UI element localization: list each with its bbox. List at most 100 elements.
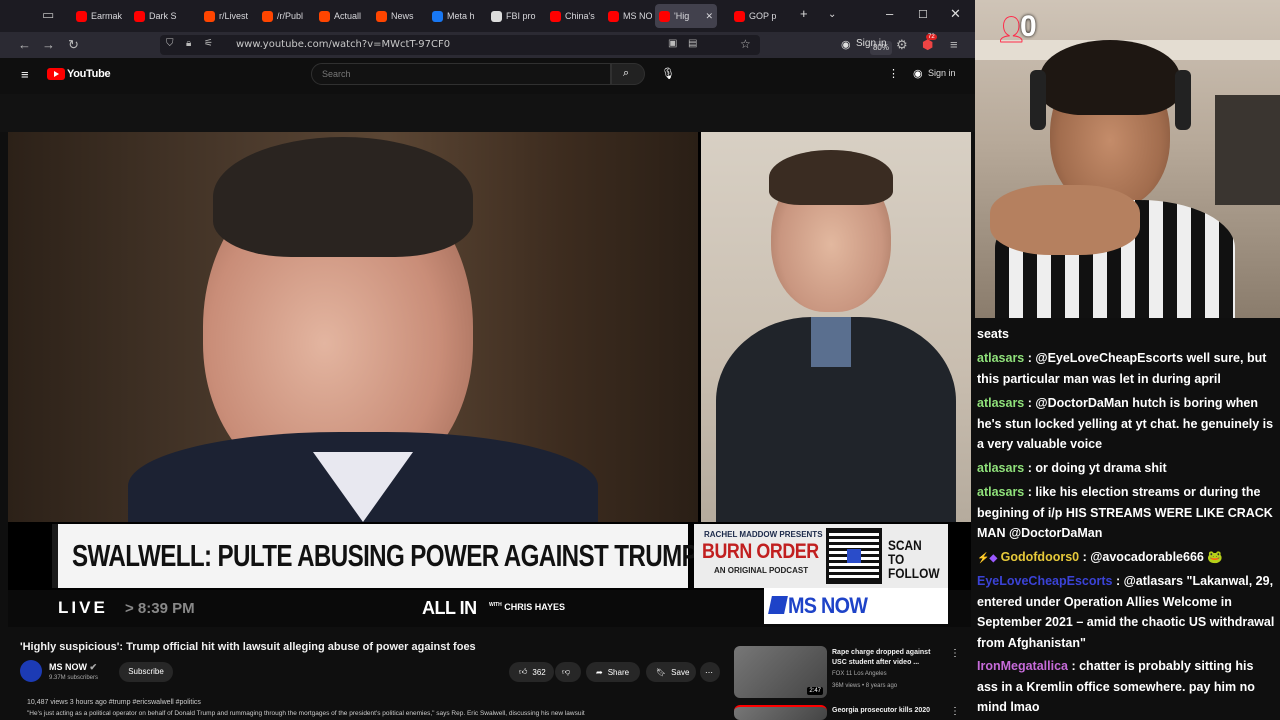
reader-view-icon[interactable]: ▤ <box>688 38 697 49</box>
subscribe-button[interactable]: Subscribe <box>119 662 173 682</box>
recommendation-title[interactable]: Rape charge dropped against USC student … <box>832 648 944 668</box>
chat-username[interactable]: atlasars <box>977 485 1024 499</box>
promo-title: BURN ORDER <box>702 540 819 563</box>
browser-tab[interactable]: GOP p <box>730 4 790 28</box>
browser-tab[interactable]: /r/Publ <box>258 4 312 28</box>
video-title: 'Highly suspicious': Trump official hit … <box>20 641 476 653</box>
youtube-header: ≡ YouTube Search ⌕ 🎙︎ ⋮ ◉ Sign in <box>0 58 975 94</box>
search-placeholder: Search <box>322 69 351 79</box>
forward-button[interactable]: → <box>42 37 55 52</box>
back-button[interactable]: ← <box>18 37 31 52</box>
browser-tab[interactable]: FBI pro <box>487 4 541 28</box>
tab-label: Actuall <box>334 11 362 21</box>
tab-overflow-chevron-icon[interactable]: ⌄ <box>828 9 836 20</box>
browser-tab[interactable]: 'Hig ✕ <box>655 4 717 28</box>
minimize-button[interactable]: – <box>886 6 893 21</box>
hamburger-menu-icon[interactable]: ≡ <box>21 67 29 82</box>
browser-tab[interactable]: r/Livest <box>200 4 254 28</box>
tab-favicon-icon <box>659 10 670 22</box>
search-input[interactable]: Search <box>311 63 611 85</box>
more-actions-button[interactable]: ⋯ <box>700 662 720 682</box>
recommendation-thumbnail[interactable] <box>734 705 827 720</box>
tab-favicon-icon <box>550 10 561 22</box>
youtube-sign-in[interactable]: Sign in <box>928 68 956 78</box>
tab-favicon-icon <box>134 10 145 22</box>
chat-username[interactable]: atlasars <box>977 396 1024 410</box>
news-chyron: SWALWELL: PULTE ABUSING POWER AGAINST TR… <box>52 524 796 588</box>
like-button[interactable]: 👍︎ 362 <box>509 662 554 682</box>
recommendation-stats: 36M views • 8 years ago <box>832 683 898 689</box>
streamer-hands <box>990 185 1140 255</box>
reload-button[interactable]: ↻ <box>68 37 79 53</box>
chat-username[interactable]: Godofdoors0 <box>1001 550 1079 564</box>
browser-tab[interactable]: MS NO <box>604 4 652 28</box>
tab-favicon-icon <box>204 10 215 22</box>
close-window-button[interactable]: ✕ <box>950 6 961 22</box>
chat-message: atlasars : like his election streams or … <box>977 482 1277 544</box>
promo-cta: SCAN TO FOLLOW <box>888 538 940 580</box>
browser-tab[interactable]: China's <box>546 4 600 28</box>
close-tab-icon[interactable]: ✕ <box>705 11 713 22</box>
shield-icon[interactable]: ⛉ <box>166 38 174 49</box>
video-description[interactable]: "He's just acting as a political operato… <box>27 710 585 717</box>
tab-list-icon[interactable]: ▭ <box>42 7 54 23</box>
permissions-icon[interactable]: ⚟ <box>204 38 213 49</box>
browser-sign-in[interactable]: Sign in <box>856 38 887 49</box>
guest-hair <box>769 150 893 205</box>
viewer-count: 0 <box>1020 10 1037 43</box>
bookmark-star-icon[interactable]: ☆ <box>740 37 751 51</box>
browser-tab[interactable]: News <box>372 4 424 28</box>
microphone-icon[interactable]: 🎙︎ <box>661 67 675 80</box>
person-hair <box>213 137 473 257</box>
recommendation-menu-icon[interactable]: ⋮ <box>950 706 960 717</box>
bookmark-icon: 🔖︎ <box>656 667 667 677</box>
extensions-icon[interactable]: ⚙ <box>896 37 908 53</box>
url-bar[interactable]: ⛉ 🔒︎ ⚟ www.youtube.com/watch?v=MWctT-97C… <box>160 35 892 55</box>
tab-favicon-icon <box>432 10 443 22</box>
maximize-button[interactable]: ☐ <box>918 8 928 21</box>
more-horizontal-icon: ⋯ <box>705 667 713 677</box>
chat-message: ⚡◆ Godofdoors0 : @avocadorable666 🐸 <box>977 547 1277 570</box>
recommendation-thumbnail[interactable]: 2:47 <box>734 646 827 698</box>
url-text[interactable]: www.youtube.com/watch?v=MWctT-97CF0 <box>236 39 450 50</box>
like-count: 362 <box>532 667 546 677</box>
recommendation-channel[interactable]: FOX 11 Los Angeles <box>832 671 887 677</box>
ad-banner-area <box>0 94 975 132</box>
chat-message: EyeLoveCheapEscorts : @atlasars "Lakanwa… <box>977 571 1277 653</box>
tab-favicon-icon <box>76 10 87 22</box>
more-options-icon[interactable]: ⋮ <box>888 67 899 80</box>
browser-tab[interactable]: Earmak <box>72 4 126 28</box>
video-meta: 10,487 views 3 hours ago #trump #ericswa… <box>27 699 201 706</box>
show-subtitle-host: CHRIS HAYES <box>504 602 565 612</box>
channel-name-text[interactable]: MS NOW <box>49 662 87 672</box>
save-button[interactable]: 🔖︎ Save <box>646 662 696 682</box>
subscriber-count: 9.37M subscribers <box>49 675 99 681</box>
recommendation-title[interactable]: Georgia prosecutor kills 2020 <box>832 706 944 716</box>
chat-username[interactable]: EyeLoveCheapEscorts <box>977 574 1112 588</box>
chat-message: seats <box>977 324 1277 345</box>
network-name: MS NOW <box>788 593 868 618</box>
browser-tab[interactable]: Meta h <box>428 4 482 28</box>
video-player[interactable]: SWALWELL: PULTE ABUSING POWER AGAINST TR… <box>8 132 971 627</box>
new-tab-button[interactable]: + <box>800 6 808 21</box>
picture-in-picture-icon[interactable]: ▣ <box>668 38 677 49</box>
tab-favicon-icon <box>734 10 745 22</box>
chat-message: atlasars : or doing yt drama shit <box>977 458 1277 479</box>
recommendation-menu-icon[interactable]: ⋮ <box>950 648 960 659</box>
youtube-logo-text[interactable]: YouTube <box>67 68 111 80</box>
channel-name[interactable]: MS NOW ✔ <box>49 662 97 673</box>
youtube-logo-icon[interactable] <box>47 68 65 80</box>
search-button[interactable]: ⌕ <box>611 63 645 85</box>
channel-avatar[interactable] <box>20 660 42 682</box>
share-button[interactable]: ➦ Share <box>586 662 640 682</box>
browser-tab[interactable]: Actuall <box>315 4 369 28</box>
browser-tab[interactable]: Dark S <box>130 4 194 28</box>
chat-username[interactable]: atlasars <box>977 351 1024 365</box>
show-title: ALL IN <box>422 598 477 618</box>
chat-username[interactable]: IronMegatallica <box>977 659 1068 673</box>
dislike-button[interactable]: 👎︎ <box>555 662 581 682</box>
lock-icon[interactable]: 🔒︎ <box>186 38 191 49</box>
thumbs-up-icon: 👍︎ <box>519 667 528 676</box>
menu-icon[interactable]: ≡ <box>950 37 958 52</box>
chat-username[interactable]: atlasars <box>977 461 1024 475</box>
